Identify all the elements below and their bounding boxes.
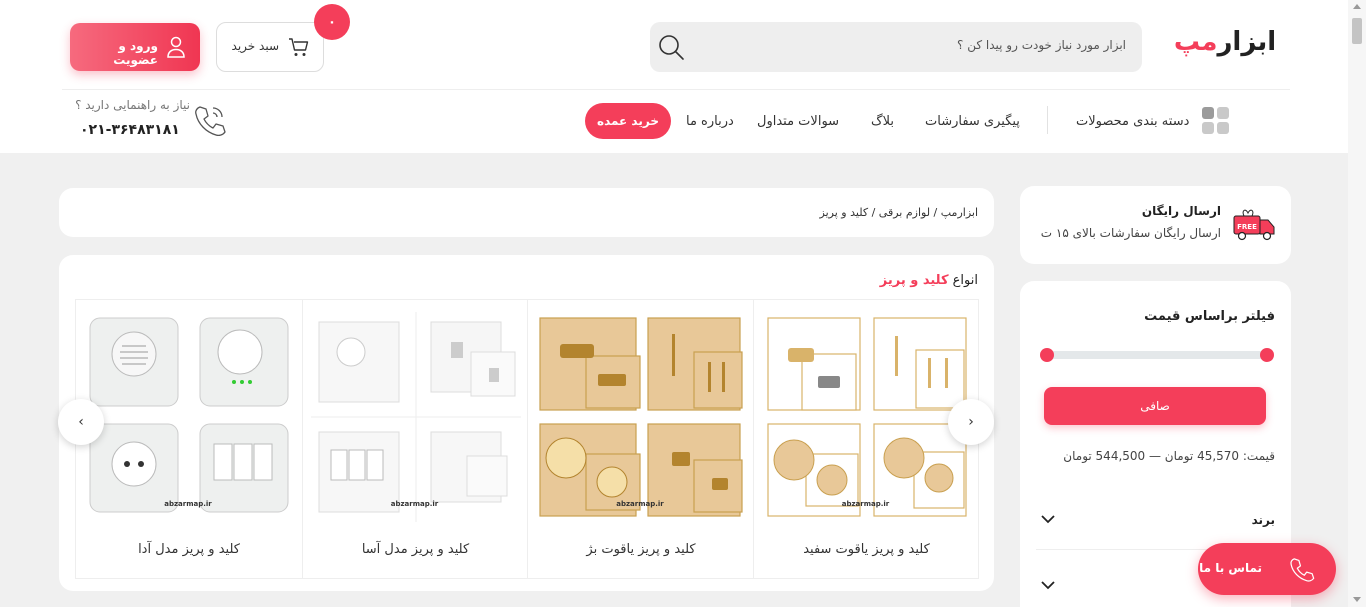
login-register-button[interactable]: ورود و عضویت bbox=[70, 23, 200, 71]
product-watermark: abzarmap.ir bbox=[390, 500, 439, 508]
scroll-down-icon[interactable] bbox=[1353, 597, 1361, 602]
help-text: نیاز به راهنمایی دارید ؟ bbox=[75, 98, 190, 112]
product-card[interactable]: abzarmap.ir کلید و پریز مدل آدا bbox=[76, 300, 302, 578]
site-header: ابزار مپ ابزار مورد نیاز خودت رو پیدا کن … bbox=[0, 0, 1348, 153]
nav-categories[interactable]: دسته بندی محصولات bbox=[1076, 114, 1189, 129]
product-watermark: abzarmap.ir bbox=[164, 500, 212, 508]
nav-blog[interactable]: بلاگ bbox=[871, 114, 894, 129]
logo-text-accent: مپ bbox=[1173, 27, 1218, 57]
price-slider-max-handle[interactable] bbox=[1260, 348, 1274, 362]
product-name[interactable]: کلید و پریز مدل آدا bbox=[76, 542, 302, 557]
product-image[interactable] bbox=[762, 312, 972, 522]
carousel-next-button[interactable]: ‹ bbox=[948, 399, 994, 445]
breadcrumb: ابزارمپ / لوازم برقی / کلید و پریز bbox=[59, 188, 994, 237]
contact-us-button[interactable]: تماس با ما bbox=[1198, 543, 1336, 595]
contact-us-label: تماس با ما bbox=[1199, 561, 1262, 575]
products-section: انواع کلید و پریز abzarmap.ir کلید و پری… bbox=[59, 255, 994, 591]
nav-about[interactable]: درباره ما bbox=[686, 114, 734, 129]
phone-icon bbox=[195, 106, 226, 137]
wholesale-button[interactable]: خرید عمده bbox=[585, 103, 671, 139]
cart-button[interactable]: سبد خرید bbox=[216, 22, 324, 72]
chevron-down-icon[interactable] bbox=[1040, 513, 1056, 525]
logo-text-main: ابزار bbox=[1217, 27, 1277, 57]
search-box[interactable]: ابزار مورد نیاز خودت رو پیدا کن ؟ bbox=[650, 22, 1142, 72]
page-scrollbar[interactable] bbox=[1348, 0, 1366, 607]
section-title-highlight: کلید و پریز bbox=[879, 273, 949, 288]
product-image[interactable] bbox=[310, 312, 521, 522]
cart-count-badge: ۰ bbox=[314, 4, 350, 40]
scrollbar-thumb[interactable] bbox=[1352, 18, 1362, 44]
product-name[interactable]: کلید و پریز یاقوت سفید bbox=[754, 542, 980, 557]
price-slider-min-handle[interactable] bbox=[1040, 348, 1054, 362]
product-name[interactable]: کلید و پریز مدل آسا bbox=[303, 542, 529, 557]
free-shipping-title: ارسال رایگان bbox=[1141, 204, 1221, 218]
search-input[interactable]: ابزار مورد نیاز خودت رو پیدا کن ؟ bbox=[957, 38, 1126, 52]
product-name[interactable]: کلید و پریز یاقوت بژ bbox=[528, 542, 754, 557]
cart-label: سبد خرید bbox=[231, 39, 279, 53]
chevron-right-icon: › bbox=[78, 414, 84, 430]
product-card[interactable]: abzarmap.ir کلید و پریز مدل آسا bbox=[301, 300, 529, 578]
categories-grid-icon[interactable] bbox=[1202, 107, 1230, 135]
product-watermark: abzarmap.ir bbox=[841, 500, 890, 508]
chevron-left-icon: ‹ bbox=[968, 414, 974, 430]
section-title: انواع کلید و پریز bbox=[880, 273, 978, 288]
product-card[interactable]: abzarmap.ir کلید و پریز یاقوت بژ bbox=[527, 300, 753, 578]
product-watermark: abzarmap.ir bbox=[616, 500, 664, 508]
nav-order-tracking[interactable]: پیگیری سفارشات bbox=[925, 114, 1020, 129]
login-label: ورود و عضویت bbox=[113, 39, 158, 67]
cart-icon bbox=[289, 38, 309, 56]
chevron-down-icon[interactable] bbox=[1040, 579, 1056, 591]
filter-submit-button[interactable]: صافی bbox=[1044, 387, 1266, 425]
help-phone-number[interactable]: ۰۲۱-۳۶۴۸۳۱۸۱ bbox=[80, 122, 180, 138]
price-slider[interactable] bbox=[1040, 348, 1274, 362]
breadcrumb-text[interactable]: ابزارمپ / لوازم برقی / کلید و پریز bbox=[820, 206, 978, 219]
product-card[interactable]: abzarmap.ir کلید و پریز یاقوت سفید bbox=[752, 300, 980, 578]
brand-filter-label[interactable]: برند bbox=[1252, 513, 1275, 527]
nav-faq[interactable]: سوالات متداول bbox=[757, 114, 839, 129]
free-badge-text: FREE bbox=[1237, 223, 1257, 231]
free-shipping-subtitle: ارسال رایگان سفارشات بالای ۱۵ ت bbox=[1040, 226, 1221, 240]
price-range-text: قیمت: 45,570 تومان — 544,500 تومان bbox=[1063, 449, 1275, 463]
site-logo[interactable]: ابزار مپ bbox=[1170, 22, 1280, 62]
product-image[interactable] bbox=[84, 312, 294, 522]
delivery-truck-icon: FREE bbox=[1233, 209, 1275, 241]
header-divider bbox=[62, 89, 1290, 90]
search-icon[interactable] bbox=[656, 32, 686, 62]
product-grid: abzarmap.ir کلید و پریز یاقوت سفید abzar… bbox=[75, 299, 979, 579]
price-filter-title: فیلتر براساس قیمت bbox=[1144, 309, 1275, 324]
scroll-up-icon[interactable] bbox=[1353, 4, 1361, 9]
section-title-prefix: انواع bbox=[948, 273, 978, 288]
free-shipping-card: ارسال رایگان ارسال رایگان سفارشات بالای … bbox=[1020, 186, 1291, 264]
phone-icon bbox=[1290, 558, 1315, 582]
product-image[interactable] bbox=[536, 312, 746, 522]
user-icon bbox=[167, 36, 185, 58]
carousel-prev-button[interactable]: › bbox=[58, 399, 104, 445]
nav-separator bbox=[1047, 106, 1048, 134]
